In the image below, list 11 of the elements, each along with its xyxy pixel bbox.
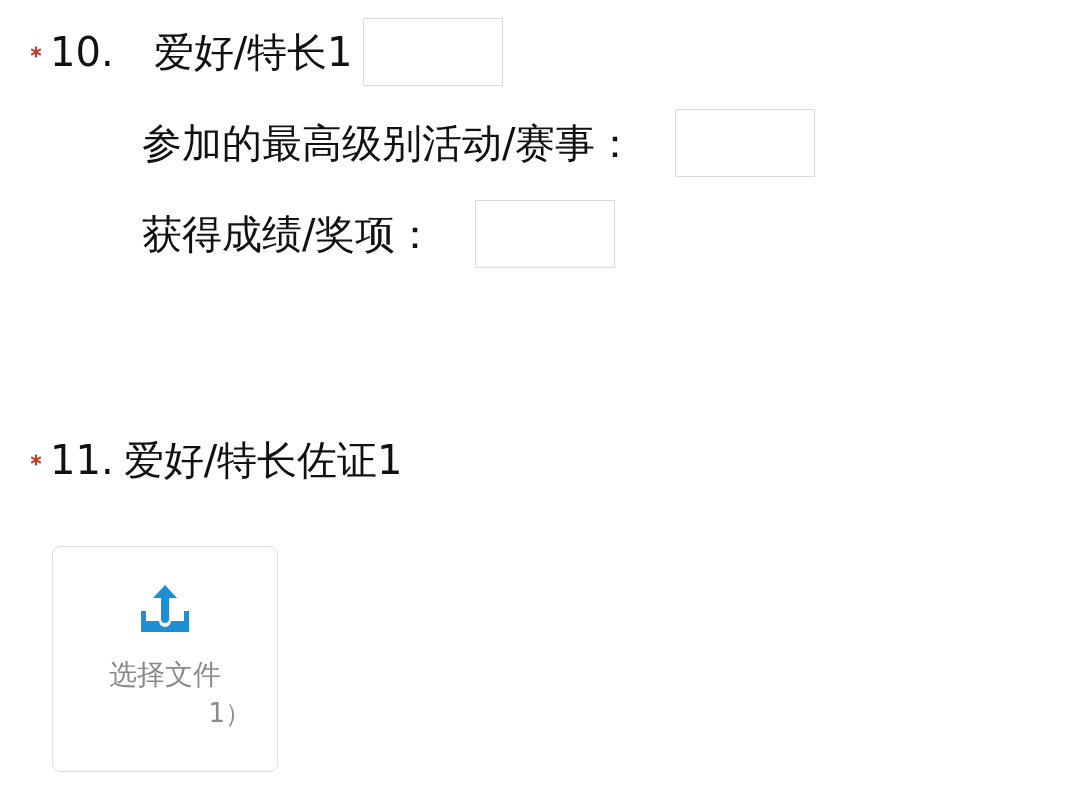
upload-icon xyxy=(141,585,189,632)
question-title: 爱好/特长1 xyxy=(153,28,353,76)
input-field[interactable] xyxy=(675,109,816,177)
question-number: 10. xyxy=(50,28,114,76)
question-title: 爱好/特长佐证1 xyxy=(123,436,403,484)
file-upload-button[interactable]: 选择文件 1） xyxy=(52,546,278,772)
input-field[interactable] xyxy=(362,18,503,86)
field-label: 获得成绩/奖项： xyxy=(142,210,436,258)
field-label: 参加的最高级别活动/赛事： xyxy=(142,119,636,167)
input-field[interactable] xyxy=(475,200,616,268)
question-number: 11. xyxy=(50,436,114,484)
